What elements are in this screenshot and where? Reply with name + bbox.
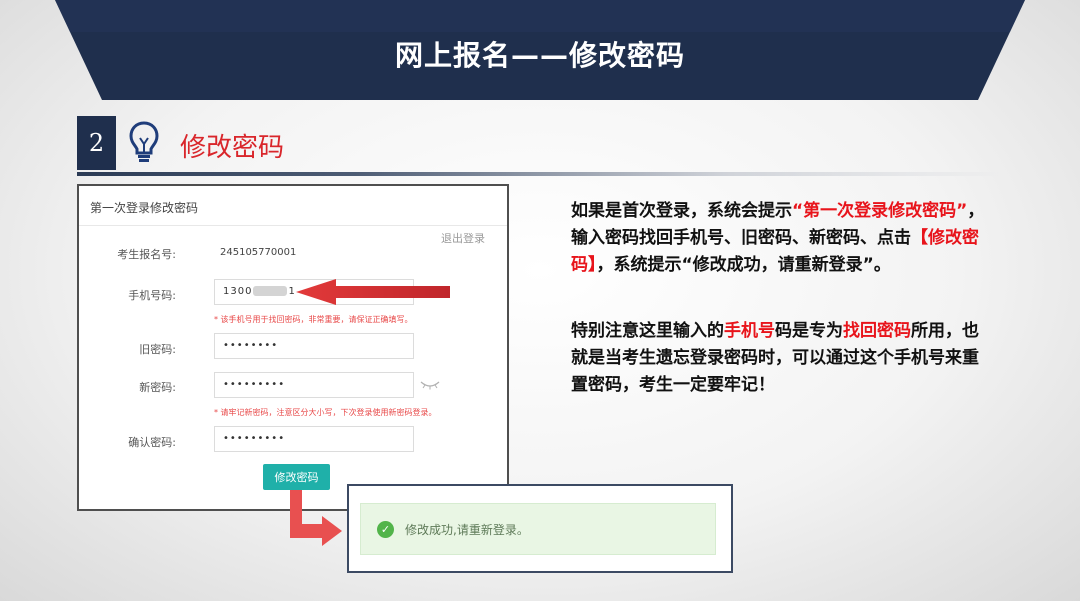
section-divider [77, 172, 1003, 176]
body-text: 特别注意这里输入的 [571, 321, 724, 341]
change-password-panel: 第一次登录修改密码 退出登录 考生报名号: 245105770001 手机号码:… [77, 184, 509, 511]
phone-hint: * 该手机号用于找回密码，非常重要，请保证正确填写。 [214, 315, 413, 324]
phone-value-start: 1300 [223, 286, 253, 297]
lightbulb-icon [128, 120, 160, 168]
explanation-paragraph-2: 特别注意这里输入的手机号码是专为找回密码所用，也就是当考生遗忘登录密码时，可以通… [571, 318, 991, 399]
body-text: 如果是首次登录，系统会提示 [571, 201, 792, 221]
phone-redaction [253, 286, 288, 296]
pointer-arrow-icon [296, 279, 450, 305]
highlighted-text: 找回密码 [843, 321, 911, 341]
panel-heading: 第一次登录修改密码 [79, 186, 507, 226]
success-popup: ✓ 修改成功,请重新登录。 [347, 484, 733, 573]
bent-arrow-icon [290, 490, 342, 546]
confirm-password-label: 确认密码: [128, 436, 176, 449]
change-password-button[interactable]: 修改密码 [263, 464, 330, 490]
explanation-paragraph-1: 如果是首次登录，系统会提示“第一次登录修改密码”，输入密码找回手机号、旧密码、新… [571, 198, 991, 279]
highlighted-text: “第一次登录修改密码” [792, 201, 968, 221]
exam-id-value: 245105770001 [220, 247, 297, 258]
section-title: 修改密码 [180, 133, 285, 163]
phone-value-end: 1 [288, 286, 296, 297]
body-text: 码是专为 [775, 321, 843, 341]
old-password-label: 旧密码: [139, 343, 176, 356]
step-number-badge: 2 [77, 116, 116, 170]
page-title: 网上报名——修改密码 [394, 39, 685, 72]
old-password-input[interactable]: •••••••• [214, 333, 414, 359]
success-alert: ✓ 修改成功,请重新登录。 [360, 503, 716, 555]
show-password-eye-icon[interactable] [419, 380, 441, 390]
new-password-label: 新密码: [139, 381, 176, 394]
logout-link[interactable]: 退出登录 [441, 230, 485, 246]
confirm-password-input[interactable]: ••••••••• [214, 426, 414, 452]
success-message: 修改成功,请重新登录。 [405, 522, 529, 537]
new-password-input[interactable]: ••••••••• [214, 372, 414, 398]
body-text: ，系统提示“修改成功，请重新登录”。 [596, 255, 891, 275]
success-check-icon: ✓ [377, 520, 394, 538]
new-password-hint: * 请牢记新密码，注意区分大小写，下次登录使用新密码登录。 [214, 408, 437, 417]
phone-label: 手机号码: [128, 289, 176, 302]
exam-id-label: 考生报名号: [117, 248, 176, 261]
top-banner: 网上报名——修改密码 [0, 0, 1080, 100]
highlighted-text: 手机号 [724, 321, 775, 341]
